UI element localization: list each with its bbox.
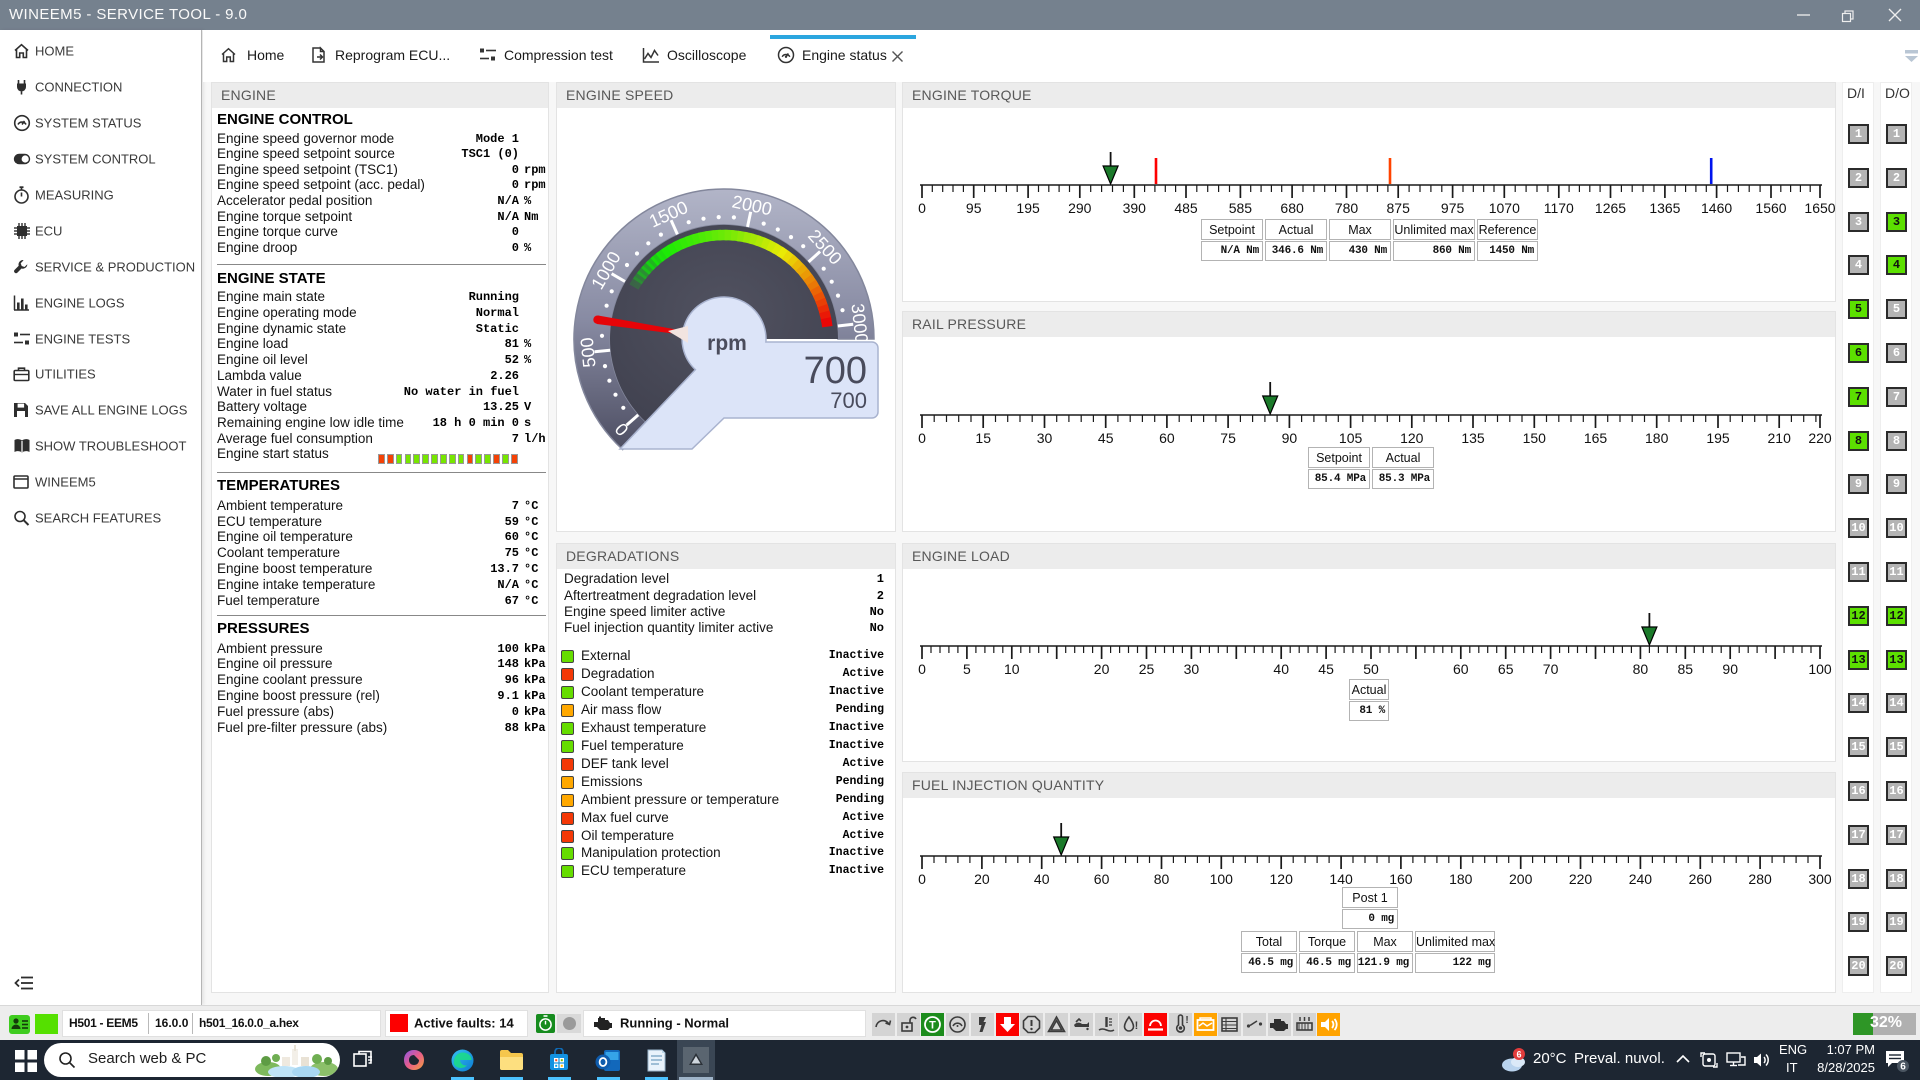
- svg-text:1650: 1650: [1804, 200, 1835, 216]
- svg-text:60: 60: [1453, 661, 1469, 677]
- svg-text:25: 25: [1139, 661, 1155, 677]
- svg-text:rpm: rpm: [707, 332, 747, 355]
- svg-text:20: 20: [974, 871, 990, 887]
- svg-text:45: 45: [1318, 661, 1334, 677]
- svg-text:135: 135: [1461, 430, 1485, 446]
- svg-text:1170: 1170: [1544, 200, 1574, 216]
- svg-text:160: 160: [1389, 871, 1413, 887]
- svg-text:875: 875: [1387, 200, 1411, 216]
- svg-text:15: 15: [975, 430, 991, 446]
- svg-text:40: 40: [1273, 661, 1289, 677]
- svg-text:80: 80: [1633, 661, 1649, 677]
- svg-text:165: 165: [1584, 430, 1608, 446]
- svg-text:150: 150: [1523, 430, 1547, 446]
- svg-text:100: 100: [1808, 661, 1832, 677]
- svg-text:0: 0: [918, 200, 926, 216]
- svg-text:100: 100: [1210, 871, 1234, 887]
- svg-text:280: 280: [1748, 871, 1772, 887]
- svg-text:240: 240: [1629, 871, 1653, 887]
- svg-text:!: !: [1135, 1020, 1139, 1032]
- svg-text:10: 10: [1004, 661, 1020, 677]
- svg-text:300: 300: [1808, 871, 1832, 887]
- svg-text:700: 700: [804, 350, 867, 392]
- svg-text:700: 700: [830, 388, 867, 413]
- svg-text:500: 500: [577, 337, 600, 369]
- svg-text:30: 30: [1184, 661, 1200, 677]
- svg-text:90: 90: [1282, 430, 1298, 446]
- svg-text:1460: 1460: [1701, 200, 1732, 216]
- svg-text:60: 60: [1159, 430, 1175, 446]
- svg-text:40: 40: [1034, 871, 1050, 887]
- svg-text:120: 120: [1270, 871, 1294, 887]
- svg-text:85: 85: [1678, 661, 1694, 677]
- svg-text:390: 390: [1123, 200, 1147, 216]
- svg-text:1265: 1265: [1595, 200, 1626, 216]
- svg-text:0: 0: [918, 871, 926, 887]
- svg-text:975: 975: [1441, 200, 1465, 216]
- svg-text:95: 95: [966, 200, 982, 216]
- svg-text:180: 180: [1645, 430, 1669, 446]
- svg-text:0: 0: [918, 430, 926, 446]
- svg-text:1365: 1365: [1649, 200, 1680, 216]
- svg-text:90: 90: [1722, 661, 1738, 677]
- svg-text:140: 140: [1329, 871, 1353, 887]
- svg-text:45: 45: [1098, 430, 1114, 446]
- svg-text:65: 65: [1498, 661, 1514, 677]
- svg-text:60: 60: [1094, 871, 1110, 887]
- svg-text:1070: 1070: [1489, 200, 1520, 216]
- svg-text:680: 680: [1280, 200, 1304, 216]
- svg-text:210: 210: [1768, 430, 1792, 446]
- svg-text:105: 105: [1339, 430, 1363, 446]
- svg-text:6: 6: [1516, 1050, 1521, 1060]
- svg-text:80: 80: [1154, 871, 1170, 887]
- svg-text:30: 30: [1037, 430, 1053, 446]
- svg-text:50: 50: [1363, 661, 1379, 677]
- svg-text:195: 195: [1016, 200, 1040, 216]
- svg-text:200: 200: [1509, 871, 1533, 887]
- svg-text:120: 120: [1400, 430, 1424, 446]
- svg-text:260: 260: [1689, 871, 1713, 887]
- svg-text:780: 780: [1335, 200, 1359, 216]
- svg-text:T: T: [929, 1020, 936, 1032]
- svg-text:180: 180: [1449, 871, 1473, 887]
- svg-text:220: 220: [1569, 871, 1593, 887]
- svg-text:70: 70: [1543, 661, 1559, 677]
- svg-text:20: 20: [1094, 661, 1110, 677]
- svg-text:290: 290: [1068, 200, 1092, 216]
- svg-text:585: 585: [1229, 200, 1253, 216]
- svg-text:485: 485: [1174, 200, 1198, 216]
- svg-text:0: 0: [918, 661, 926, 677]
- svg-text:!: !: [1185, 1015, 1188, 1026]
- svg-text:6: 6: [1900, 1062, 1906, 1073]
- svg-text:5: 5: [963, 661, 971, 677]
- svg-text:220: 220: [1808, 430, 1832, 446]
- svg-text:75: 75: [1220, 430, 1236, 446]
- svg-text:195: 195: [1706, 430, 1730, 446]
- svg-text:1560: 1560: [1755, 200, 1786, 216]
